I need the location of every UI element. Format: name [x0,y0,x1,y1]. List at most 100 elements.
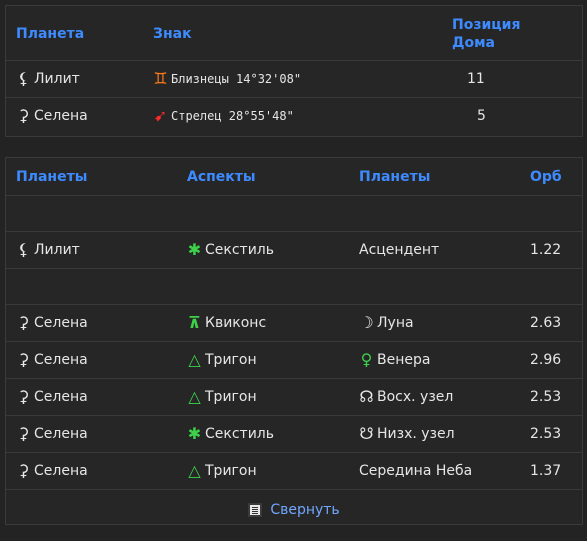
planet1-name: Селена [34,426,88,442]
header-orb: Орб [530,169,562,185]
house-cell: 5 [477,98,486,134]
planet2-name: Восх. узел [377,389,454,405]
header-house-line2: Дома [452,35,495,51]
orb-cell: 2.96 [530,342,561,378]
header-planet: Планета [16,26,85,42]
planet2-cell: ♀ Венера [359,342,431,378]
aspect-name: Квиконс [205,315,267,331]
moon-icon: ☽ [359,313,374,332]
orb-value: 1.37 [530,463,562,479]
table-row: ⚸ Лилит ✱ Секстиль Асцендент 1.22 [6,232,582,269]
orb-cell: 2.53 [530,416,561,452]
collapse-icon [248,503,263,517]
planet1-name: Селена [34,315,88,331]
planet-cell: ⚳ Селена [16,98,88,134]
planet2-cell: ☊ Восх. узел [359,379,453,415]
planet1-cell: ⚸ Лилит [16,232,80,268]
table-row: ⚳ Селена △ Тригон Середина Неба 1.37 [6,453,582,490]
header-planets1: Планеты [16,169,88,185]
positions-table: Планета Знак Позиция Дома ⚸ Лилит ♊ Близ… [5,5,583,137]
header-planets2: Планеты [359,169,431,185]
quincunx-icon: ⊼ [188,313,201,332]
sign-text: Близнецы 14°32'08" [171,72,302,86]
planet2-name: Низх. узел [377,426,455,442]
planet1-name: Лилит [34,242,80,258]
sagittarius-icon: ➹ [153,106,168,125]
planet1-cell: ⚳ Селена [16,379,88,415]
north-node-icon: ☊ [359,387,374,406]
row-separator [6,196,582,232]
trine-icon: △ [188,387,201,406]
aspect-name: Тригон [205,389,257,405]
sextile-icon: ✱ [187,424,202,443]
orb-value: 2.96 [530,352,562,368]
planet2-cell: ☽ Луна [359,305,414,341]
header-sign: Знак [153,26,192,42]
orb-cell: 2.53 [530,379,561,415]
planet2-cell: ☋ Низх. узел [359,416,455,452]
aspect-name: Тригон [205,352,257,368]
aspect-cell: ✱ Секстиль [187,416,274,452]
planet-cell: ⚸ Лилит [16,61,80,97]
planet2-name: Середина Неба [359,463,473,479]
aspect-name: Тригон [205,463,257,479]
venus-icon: ♀ [360,350,373,369]
aspect-cell: △ Тригон [187,379,257,415]
orb-value: 2.63 [530,315,562,331]
selena-icon: ⚳ [17,313,30,332]
planet2-name: Венера [377,352,431,368]
sign-cell: ➹ Стрелец 28°55'48" [153,98,294,134]
aspect-cell: ⊼ Квиконс [187,305,266,341]
orb-cell: 1.37 [530,453,561,489]
planet1-name: Селена [34,389,88,405]
gemini-icon: ♊ [153,69,168,88]
lilith-icon: ⚸ [17,69,30,88]
table-row: ⚸ Лилит ♊ Близнецы 14°32'08" 11 [6,61,582,98]
planet-name: Лилит [34,71,80,87]
planet2-cell: Середина Неба [359,453,472,489]
aspect-cell: △ Тригон [187,342,257,378]
planet1-cell: ⚳ Селена [16,453,88,489]
row-separator [6,269,582,305]
planet2-name: Асцендент [359,242,440,258]
collapse-label: Свернуть [270,502,340,518]
table-row: ⚳ Селена ➹ Стрелец 28°55'48" 5 [6,98,582,134]
table-row: ⚳ Селена △ Тригон ☊ Восх. узел 2.53 [6,379,582,416]
selena-icon: ⚳ [17,461,30,480]
selena-icon: ⚳ [17,424,30,443]
sign-text: Стрелец 28°55'48" [171,109,294,123]
planet1-cell: ⚳ Селена [16,416,88,452]
planet2-cell: Асцендент [359,232,439,268]
positions-header: Планета Знак Позиция Дома [6,6,582,61]
planet2-name: Луна [377,315,414,331]
planet1-cell: ⚳ Селена [16,305,88,341]
south-node-icon: ☋ [359,424,374,443]
collapse-button[interactable]: Свернуть [6,499,582,521]
selena-icon: ⚳ [17,387,30,406]
house-value: 5 [477,108,486,124]
planet1-name: Селена [34,463,88,479]
orb-value: 2.53 [530,426,562,442]
lilith-icon: ⚸ [17,240,30,259]
orb-value: 2.53 [530,389,562,405]
aspects-header: Планеты Аспекты Планеты Орб [6,158,582,196]
table-row: ⚳ Селена ⊼ Квиконс ☽ Луна 2.63 [6,305,582,342]
aspects-table: Планеты Аспекты Планеты Орб ⚸ Лилит ✱ Се… [5,157,583,525]
trine-icon: △ [188,350,201,369]
orb-value: 1.22 [530,242,562,258]
aspect-name: Секстиль [205,242,274,258]
aspect-name: Секстиль [205,426,274,442]
aspect-cell: ✱ Секстиль [187,232,274,268]
orb-cell: 2.63 [530,305,561,341]
sextile-icon: ✱ [187,240,202,259]
planet1-name: Селена [34,352,88,368]
header-house-line1: Позиция [452,17,521,33]
aspect-cell: △ Тригон [187,453,257,489]
selena-icon: ⚳ [17,350,30,369]
orb-cell: 1.22 [530,232,561,268]
house-value: 11 [467,71,485,87]
table-row: ⚳ Селена △ Тригон ♀ Венера 2.96 [6,342,582,379]
header-aspects: Аспекты [187,169,256,185]
trine-icon: △ [188,461,201,480]
table-row: ⚳ Селена ✱ Секстиль ☋ Низх. узел 2.53 [6,416,582,453]
